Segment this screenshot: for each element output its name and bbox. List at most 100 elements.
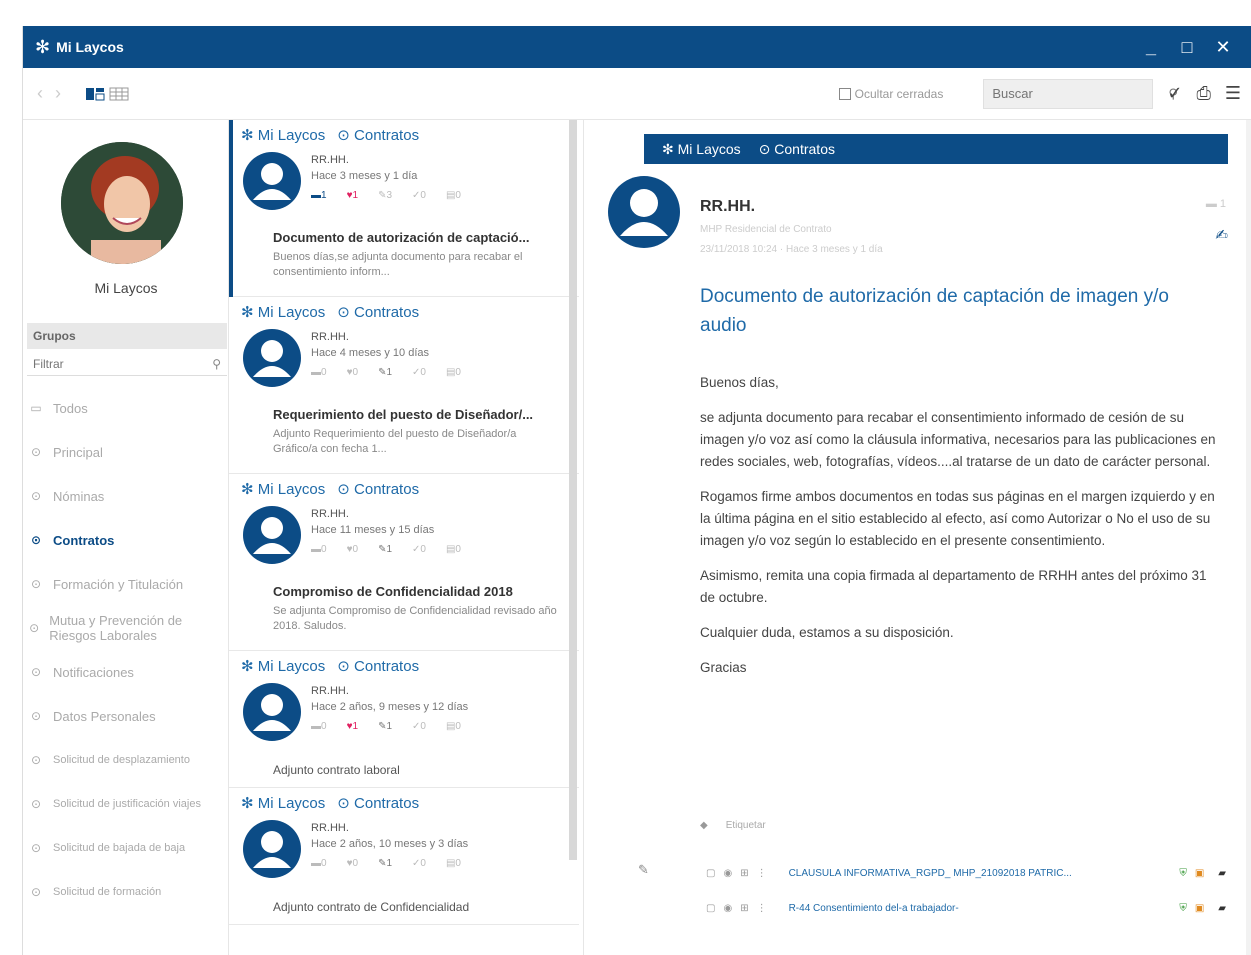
minimize-button[interactable]: _ (1133, 37, 1169, 58)
filter-input[interactable] (33, 356, 213, 371)
read-count: ✓0 (412, 858, 426, 869)
back-arrow-icon[interactable]: ‹ (37, 83, 43, 104)
attachment-count: ✎1 (378, 544, 393, 555)
grid-view-icon[interactable] (109, 86, 129, 102)
sidebar-item-label: Todos (53, 400, 88, 416)
download-icon[interactable]: ⊞ (740, 903, 748, 914)
sidebar-item-label: Contratos (53, 532, 115, 548)
attachment-item[interactable]: ▢ ◉ ⊞ ⋮ CLAUSULA INFORMATIVA_RGPD_ MHP_2… (706, 862, 1226, 884)
sidebar-item-todos[interactable]: ▭ Todos (29, 386, 227, 430)
attachment-name[interactable]: R-44 Consentimiento del-a trabajador- (789, 903, 1174, 914)
target-icon: ⊙ (30, 840, 42, 855)
view-icon[interactable]: ◉ (723, 903, 732, 914)
maximize-button[interactable]: □ (1169, 37, 1205, 58)
crumb-app: Mi Laycos (257, 480, 326, 498)
search-box[interactable]: ⚲ (983, 78, 1178, 109)
message-item[interactable]: ✻ Mi Laycos ⊙ Contratos RR.HH. Hace 2 añ… (229, 788, 579, 925)
sidebar-item-principal[interactable]: ⊙ Principal (29, 430, 227, 474)
sidebar-item-nominas[interactable]: ⊙ Nóminas (29, 474, 227, 518)
sidebar-item-datos-personales[interactable]: ⊙ Datos Personales (29, 694, 227, 738)
sidebar-item-mutua[interactable]: ⊙ Mutua y Prevención de Riesgos Laborales (29, 606, 227, 650)
sidebar-item-justificacion[interactable]: ⊙ Solicitud de justificación viajes (29, 782, 227, 826)
detail-scrollbar[interactable] (1246, 120, 1251, 955)
folder-icon[interactable]: ▰ (1218, 903, 1226, 914)
message-detail: ✻ Mi Laycos ⊙ Contratos RR.HH. MHP Resid… (583, 120, 1251, 955)
detail-date: 23/11/2018 10:24 · Hace 3 meses y 1 día (700, 244, 883, 255)
tags-row[interactable]: ◆ Etiquetar (700, 820, 766, 831)
target-icon: ⊙ (30, 709, 42, 723)
detail-body: Buenos días, se adjunta documento para r… (700, 372, 1220, 692)
sidebar-item-solicitud-formacion[interactable]: ⊙ Solicitud de formación (29, 870, 227, 914)
message-sender: RR.HH. (311, 154, 349, 166)
read-count: ✓0 (412, 190, 426, 201)
sidebar-item-label: Solicitud de justificación viajes (53, 797, 201, 810)
target-icon: ⊙ (30, 445, 42, 459)
comment-count: ▬0 (311, 544, 327, 555)
sidebar-item-baja[interactable]: ⊙ Solicitud de bajada de baja (29, 826, 227, 870)
sidebar-item-label: Principal (53, 444, 103, 460)
close-button[interactable]: ✕ (1205, 37, 1241, 58)
laycos-logo-icon: ✻ (241, 481, 258, 498)
download-icon[interactable]: ⊞ (740, 868, 748, 879)
sidebar-item-desplazamiento[interactable]: ⊙ Solicitud de desplazamiento (29, 738, 227, 782)
comment-count[interactable]: ▬ 1 (1206, 198, 1226, 210)
like-count: ♥0 (346, 858, 359, 869)
pdf-icon[interactable]: ▢ (706, 903, 715, 914)
crumb-app: Mi Laycos (257, 794, 326, 812)
app-window: ✻ Mi Laycos _ □ ✕ ‹ › Ocultar cerradas ⚲ (22, 26, 1251, 955)
like-count: ♥0 (346, 367, 359, 378)
split-view-icon[interactable] (85, 86, 105, 102)
attachment-item[interactable]: ▢ ◉ ⊞ ⋮ R-44 Consentimiento del-a trabaj… (706, 897, 1226, 919)
laycos-logo-icon: ✻ (241, 658, 258, 675)
attachment-count: ✎1 (378, 367, 393, 378)
message-list-scrollbar[interactable] (569, 120, 577, 860)
sidebar-item-notificaciones[interactable]: ⊙ Notificaciones (29, 650, 227, 694)
pdf-icon[interactable]: ▢ (706, 868, 715, 879)
message-item[interactable]: ✻ Mi Laycos ⊙ Contratos RR.HH. Hace 3 me… (229, 120, 579, 297)
shield-icon: ⛨ (1179, 867, 1187, 879)
lock-icon: ▣ (1194, 867, 1205, 879)
toolbar: ‹ › Ocultar cerradas ⚲ ✓ ⎙ ☰ (23, 68, 1251, 120)
shield-icon: ⛨ (1179, 902, 1187, 914)
sidebar-item-contratos[interactable]: ⊙ Contratos (29, 518, 227, 562)
detail-meta: MHP Residencial de Contrato (700, 224, 832, 235)
body-paragraph: Rogamos firme ambos documentos en todas … (700, 489, 1215, 548)
laycos-logo-icon: ✻ (241, 795, 258, 812)
message-breadcrumb: ✻ Mi Laycos ⊙ Contratos (241, 480, 419, 499)
message-item[interactable]: ✻ Mi Laycos ⊙ Contratos RR.HH. Hace 2 añ… (229, 651, 579, 788)
message-item[interactable]: ✻ Mi Laycos ⊙ Contratos RR.HH. Hace 11 m… (229, 474, 579, 651)
user-avatar[interactable] (61, 142, 183, 264)
checkbox-box[interactable] (838, 87, 851, 100)
sidebar-item-formacion[interactable]: ⊙ Formación y Titulación (29, 562, 227, 606)
menu-icon[interactable]: ☰ (1225, 83, 1241, 104)
folder-icon[interactable]: ▰ (1218, 868, 1226, 879)
print-icon[interactable]: ⎙ (1196, 83, 1210, 104)
target-icon: ⊙ (337, 481, 355, 498)
comment-icon: ▬ (1205, 198, 1217, 210)
attachment-name[interactable]: CLAUSULA INFORMATIVA_RGPD_ MHP_21092018 … (789, 868, 1174, 879)
message-time: Hace 2 años, 10 meses y 3 días (311, 838, 469, 850)
message-item[interactable]: ✻ Mi Laycos ⊙ Contratos RR.HH. Hace 4 me… (229, 297, 579, 474)
target-icon: ⊙ (30, 533, 42, 547)
check-icon[interactable]: ✓ (1167, 83, 1182, 104)
more-icon[interactable]: ⋮ (757, 868, 767, 879)
crumb-app[interactable]: Mi Laycos (678, 141, 741, 157)
more-icon[interactable]: ⋮ (757, 903, 767, 914)
hide-closed-checkbox[interactable]: Ocultar cerradas (838, 87, 943, 101)
like-count: ♥0 (346, 544, 359, 555)
search-icon: ⚲ (212, 356, 221, 371)
crumb-group: Contratos (354, 657, 420, 675)
signature-icon[interactable]: ✍ (1215, 226, 1228, 244)
group-list: ▭ Todos ⊙ Principal ⊙ Nóminas ⊙ Contratos ⊙ F… (29, 386, 227, 914)
groups-header: Grupos (27, 323, 227, 349)
comment-count: ▬0 (311, 858, 327, 869)
sender-avatar (243, 152, 301, 210)
message-sender: RR.HH. (311, 331, 349, 343)
search-input[interactable] (992, 86, 1169, 101)
forward-arrow-icon[interactable]: › (55, 83, 61, 104)
group-filter[interactable]: ⚲ (27, 352, 227, 376)
view-icon[interactable]: ◉ (723, 868, 732, 879)
crumb-group[interactable]: Contratos (774, 141, 835, 157)
message-stats: ▬0 ♥0 ✎1 ✓0 ▤0 (311, 858, 461, 869)
laycos-logo-icon: ✻ (35, 36, 51, 57)
